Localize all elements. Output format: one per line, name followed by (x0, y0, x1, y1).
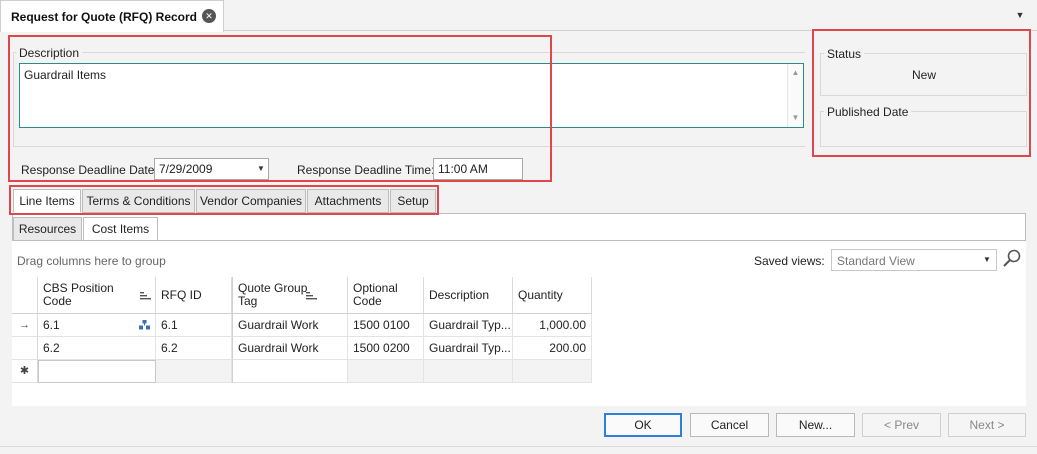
current-row-indicator[interactable]: → (12, 314, 38, 337)
scroll-up-icon[interactable]: ▲ (788, 66, 803, 80)
table-cell-description[interactable]: Guardrail Typ... (424, 314, 513, 337)
close-icon[interactable]: ✕ (202, 9, 216, 23)
table-cell-quantity[interactable]: 1,000.00 (513, 314, 592, 337)
prev-button[interactable]: < Prev (862, 413, 941, 437)
hierarchy-icon[interactable] (139, 320, 150, 330)
column-header-rfq-id[interactable]: RFQ ID (156, 277, 232, 314)
group-by-hint: Drag columns here to group (17, 254, 166, 268)
row-indicator-header (12, 277, 38, 314)
table-cell-quote-group-tag[interactable]: Guardrail Work (232, 337, 348, 360)
subtab-cost-items[interactable]: Cost Items (83, 217, 158, 241)
saved-views-value: Standard View (837, 254, 915, 268)
column-header-quote-group-tag[interactable]: Quote Group Tag (232, 277, 348, 314)
new-row-cell[interactable] (513, 360, 592, 383)
description-highlight (8, 35, 552, 182)
document-tab-title: Request for Quote (RFQ) Record (11, 10, 198, 24)
new-button[interactable]: New... (776, 413, 855, 437)
column-header-description[interactable]: Description (424, 277, 513, 314)
subtab-resources[interactable]: Resources (13, 217, 82, 241)
table-cell-rfq-id[interactable]: 6.2 (156, 337, 232, 360)
column-header-quantity[interactable]: Quantity (513, 277, 592, 314)
table-cell-description[interactable]: Guardrail Typ... (424, 337, 513, 360)
new-row-cell[interactable] (424, 360, 513, 383)
new-row-cell[interactable] (156, 360, 232, 383)
status-label: Status (824, 47, 865, 61)
sort-icon (306, 292, 317, 300)
new-row-cell[interactable] (232, 360, 348, 383)
chevron-down-icon[interactable]: ▼ (1013, 8, 1027, 22)
cost-items-grid-area: Drag columns here to group Saved views: … (12, 240, 1026, 406)
published-date-label: Published Date (824, 105, 912, 119)
table-cell-optional-code[interactable]: 1500 0100 (348, 314, 424, 337)
saved-views-label: Saved views: (754, 254, 825, 268)
sort-icon (140, 292, 151, 300)
table-cell-rfq-id[interactable]: 6.1 (156, 314, 232, 337)
new-row-cell[interactable] (38, 360, 156, 383)
next-button[interactable]: Next > (948, 413, 1026, 437)
ok-button[interactable]: OK (604, 413, 682, 437)
column-header-cbs-position-code[interactable]: CBS Position Code (38, 277, 156, 314)
chevron-down-icon[interactable]: ▼ (980, 250, 994, 270)
document-tab[interactable]: Request for Quote (RFQ) Record ✕ (0, 0, 224, 32)
table-cell-quantity[interactable]: 200.00 (513, 337, 592, 360)
new-row-indicator[interactable]: ✱ (12, 360, 38, 383)
description-scrollbar[interactable]: ▲ ▼ (787, 64, 803, 127)
new-row-cell[interactable] (348, 360, 424, 383)
status-value: New (911, 68, 936, 82)
table-cell-optional-code[interactable]: 1500 0200 (348, 337, 424, 360)
row-indicator[interactable] (12, 337, 38, 360)
column-header-optional-code[interactable]: Optional Code (348, 277, 424, 314)
table-cell-cbs-position-code[interactable]: 6.1 (38, 314, 156, 337)
saved-views-select[interactable]: Standard View ▼ (831, 249, 997, 271)
tabs-highlight (9, 185, 439, 215)
table-cell-quote-group-tag[interactable]: Guardrail Work (232, 314, 348, 337)
cancel-button[interactable]: Cancel (690, 413, 769, 437)
table-cell-cbs-position-code[interactable]: 6.2 (38, 337, 156, 360)
search-icon[interactable] (1002, 248, 1022, 268)
scroll-down-icon[interactable]: ▼ (788, 111, 803, 125)
bottom-divider (0, 446, 1037, 447)
